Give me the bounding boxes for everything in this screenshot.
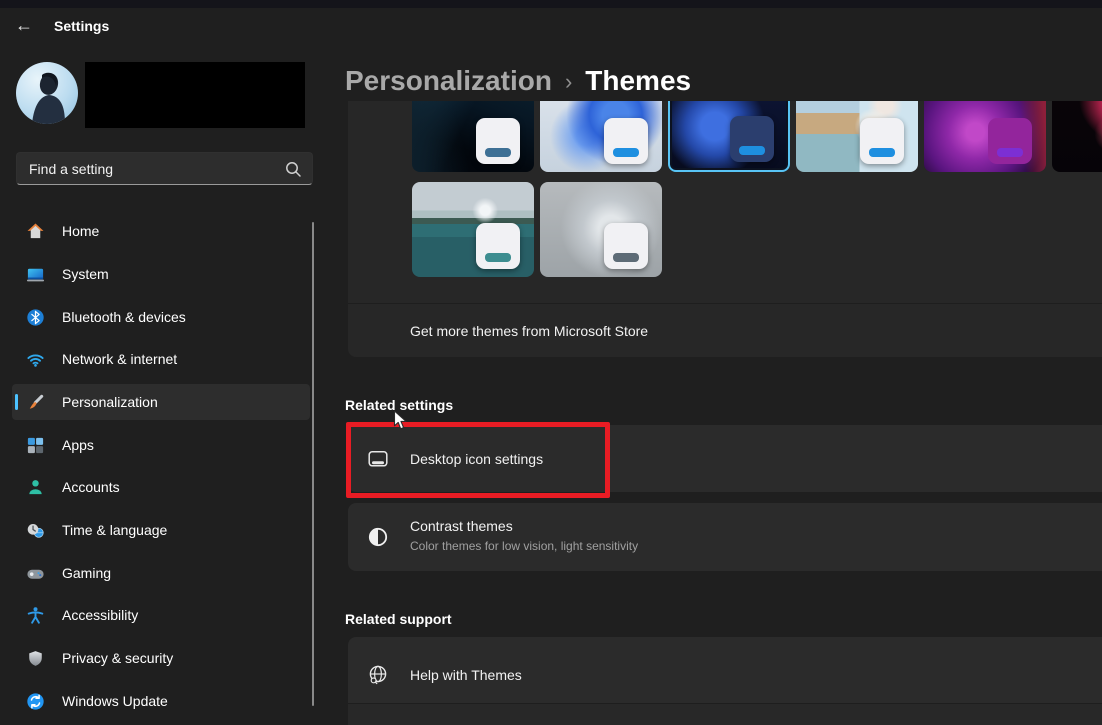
globe-help-icon	[366, 663, 390, 687]
sidebar-item-system[interactable]: System	[12, 256, 310, 292]
theme-thumbnail-beach-blossom[interactable]	[796, 101, 918, 172]
clock-globe-icon	[26, 521, 45, 540]
related-settings-heading: Related settings	[345, 397, 453, 413]
sidebar-item-label: Apps	[62, 437, 94, 453]
sidebar-item-label: Accessibility	[62, 607, 138, 623]
theme-window-preview	[476, 118, 520, 164]
sync-icon	[26, 692, 45, 711]
system-icon	[26, 265, 45, 284]
desktop-icon-settings-row[interactable]: Desktop icon settings	[348, 425, 1102, 492]
sidebar-item-time-language[interactable]: Time & language	[12, 512, 310, 548]
sidebar-item-gaming[interactable]: Gaming	[12, 555, 310, 591]
related-support-heading: Related support	[345, 611, 452, 627]
gamepad-icon	[26, 564, 45, 583]
window-top-strip	[0, 0, 1102, 8]
sidebar-item-label: Time & language	[62, 522, 167, 538]
selected-indicator	[15, 394, 18, 410]
back-button[interactable]: ←	[12, 13, 36, 37]
contrast-themes-row[interactable]: Contrast themes Color themes for low vis…	[348, 503, 1102, 571]
app-title: Settings	[54, 18, 109, 34]
user-name-redacted	[85, 62, 305, 128]
paintbrush-icon	[26, 393, 45, 412]
chevron-right-icon: ›	[565, 67, 572, 95]
sidebar-item-apps[interactable]: Apps	[12, 427, 310, 463]
sidebar-item-label: Personalization	[62, 394, 158, 410]
contrast-icon	[366, 525, 390, 549]
shield-icon	[26, 649, 45, 668]
sidebar-item-label: Accounts	[62, 479, 120, 495]
person-icon	[26, 478, 45, 497]
get-more-themes-label: Get more themes from Microsoft Store	[410, 323, 648, 339]
sidebar-item-label: Privacy & security	[62, 650, 173, 666]
accessibility-icon	[26, 606, 45, 625]
contrast-themes-label: Contrast themes	[410, 518, 513, 534]
theme-window-preview	[988, 118, 1032, 164]
theme-thumbnail-purple-glow[interactable]	[924, 101, 1046, 172]
theme-thumbnail-dark-petals[interactable]	[1052, 101, 1102, 172]
sidebar-item-personalization[interactable]: Personalization	[12, 384, 310, 420]
sidebar-item-label: Windows Update	[62, 693, 168, 709]
sidebar-item-label: Home	[62, 223, 99, 239]
theme-window-preview	[604, 223, 648, 269]
clipped-next-row	[348, 704, 1102, 725]
theme-window-preview	[730, 116, 774, 162]
sidebar-item-accounts[interactable]: Accounts	[12, 469, 310, 505]
contrast-themes-description: Color themes for low vision, light sensi…	[410, 539, 638, 553]
theme-thumbnail-silver-bloom[interactable]	[540, 182, 662, 277]
page-title: Themes	[585, 65, 691, 97]
theme-thumbnail-dark-bloom-selected[interactable]	[668, 101, 790, 172]
home-icon	[26, 222, 45, 241]
get-more-themes-link[interactable]: Get more themes from Microsoft Store	[348, 304, 1102, 357]
search-input[interactable]	[29, 153, 279, 184]
desktop-monitor-icon	[366, 447, 390, 471]
theme-window-preview	[860, 118, 904, 164]
sidebar-item-privacy-security[interactable]: Privacy & security	[12, 640, 310, 676]
wifi-icon	[26, 350, 45, 369]
sidebar-item-home[interactable]: Home	[12, 213, 310, 249]
sidebar-item-label: Network & internet	[62, 351, 177, 367]
desktop-icon-settings-label: Desktop icon settings	[410, 451, 543, 467]
theme-window-preview	[476, 223, 520, 269]
help-with-themes-label: Help with Themes	[410, 667, 522, 683]
sidebar-item-label: Gaming	[62, 565, 111, 581]
bluetooth-icon	[26, 308, 45, 327]
sidebar-item-network-internet[interactable]: Network & internet	[12, 341, 310, 377]
sidebar-item-accessibility[interactable]: Accessibility	[12, 597, 310, 633]
theme-thumbnail-light-bloom[interactable]	[540, 101, 662, 172]
user-avatar[interactable]	[16, 62, 78, 124]
themes-card: Get more themes from Microsoft Store	[348, 101, 1102, 357]
sidebar-item-windows-update[interactable]: Windows Update	[12, 683, 310, 719]
theme-thumbnail-dark-night[interactable]	[412, 101, 534, 172]
sidebar-item-label: System	[62, 266, 109, 282]
apps-icon	[26, 436, 45, 455]
avatar-silhouette	[16, 62, 78, 124]
help-with-themes-row[interactable]: Help with Themes	[348, 637, 1102, 725]
search-icon	[284, 160, 302, 183]
theme-window-preview	[604, 118, 648, 164]
breadcrumb: Personalization › Themes	[345, 62, 691, 100]
theme-thumbnail-mountain-lake[interactable]	[412, 182, 534, 277]
search-box[interactable]	[16, 152, 313, 185]
sidebar-item-bluetooth-devices[interactable]: Bluetooth & devices	[12, 299, 310, 335]
breadcrumb-parent[interactable]: Personalization	[345, 65, 552, 97]
sidebar-scrollbar[interactable]	[312, 222, 314, 706]
sidebar-item-label: Bluetooth & devices	[62, 309, 186, 325]
